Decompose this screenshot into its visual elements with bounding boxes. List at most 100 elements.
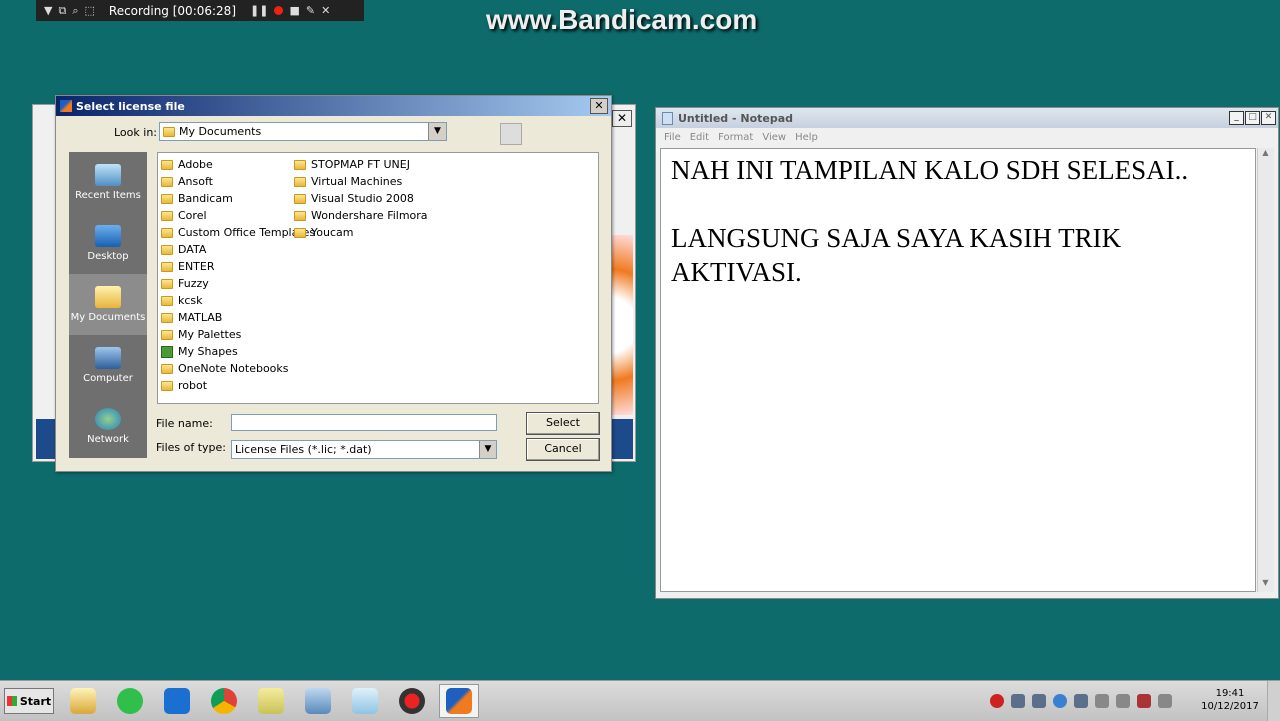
window-mode-icon[interactable]: ⧉: [58, 4, 66, 18]
folder-icon: [161, 295, 173, 306]
pause-icon[interactable]: ❚❚: [250, 4, 268, 17]
folder-icon: [161, 159, 173, 170]
file-name: Adobe: [178, 158, 213, 171]
close-button[interactable]: ✕: [612, 110, 632, 127]
region-icon[interactable]: ⬚: [85, 4, 95, 17]
list-item[interactable]: Visual Studio 2008: [294, 190, 428, 207]
list-item[interactable]: Ansoft: [161, 173, 315, 190]
matlab-icon[interactable]: [439, 684, 479, 718]
dialog-title: Select license file: [76, 99, 185, 113]
record-icon[interactable]: [274, 6, 284, 15]
list-item[interactable]: Custom Office Templates: [161, 224, 315, 241]
close-button[interactable]: ✕: [590, 98, 608, 114]
list-item[interactable]: kcsk: [161, 292, 315, 309]
file-name-label: File name:: [156, 417, 213, 430]
look-in-select[interactable]: My Documents ▼: [159, 122, 447, 141]
file-name: DATA: [178, 243, 207, 256]
menu-file[interactable]: File: [664, 132, 681, 143]
watermark: www.Bandicam.com: [486, 4, 758, 35]
monitor-icon[interactable]: [1074, 694, 1088, 708]
power-icon[interactable]: [1053, 694, 1067, 708]
dropdown-icon[interactable]: ▼: [44, 4, 52, 17]
whatsapp-icon[interactable]: [110, 684, 150, 718]
list-item[interactable]: Wondershare Filmora: [294, 207, 428, 224]
pen-icon[interactable]: ✎: [306, 4, 315, 17]
places-bar: Recent Items Desktop My Documents Comput…: [69, 152, 147, 458]
file-name: My Palettes: [178, 328, 242, 341]
file-column: Adobe Ansoft Bandicam Corel Custom Offic…: [161, 156, 315, 394]
list-item[interactable]: My Shapes: [161, 343, 315, 360]
list-item[interactable]: Virtual Machines: [294, 173, 428, 190]
folder-icon: [163, 126, 175, 137]
record-icon[interactable]: [990, 694, 1004, 708]
chevron-down-icon[interactable]: ▼: [428, 123, 446, 140]
file-name: kcsk: [178, 294, 203, 307]
window-title: Untitled - Notepad: [678, 111, 794, 125]
file-name: Ansoft: [178, 175, 213, 188]
network-icon: [95, 408, 121, 430]
place-desktop[interactable]: Desktop: [69, 213, 147, 274]
file-name: robot: [178, 379, 208, 392]
usb-icon[interactable]: [1116, 694, 1130, 708]
list-item[interactable]: robot: [161, 377, 315, 394]
folder-icon: [294, 176, 306, 187]
chrome-icon[interactable]: [204, 684, 244, 718]
cancel-button[interactable]: Cancel: [526, 438, 600, 461]
notepad-icon[interactable]: [345, 684, 385, 718]
list-item[interactable]: My Palettes: [161, 326, 315, 343]
scroll-up-icon[interactable]: ▲: [1258, 148, 1273, 162]
volume-icon[interactable]: [1158, 694, 1172, 708]
list-item[interactable]: OneNote Notebooks: [161, 360, 315, 377]
minimize-button[interactable]: _: [1229, 111, 1244, 125]
list-item[interactable]: Fuzzy: [161, 275, 315, 292]
list-item[interactable]: Adobe: [161, 156, 315, 173]
zoom-icon[interactable]: ⌕: [72, 4, 78, 18]
close-icon[interactable]: ✕: [321, 4, 330, 17]
look-in-label: Look in:: [114, 126, 157, 139]
network-icon[interactable]: [1011, 694, 1025, 708]
network-disconnected-icon[interactable]: [1137, 694, 1151, 708]
clock[interactable]: 19:41 10/12/2017: [1198, 687, 1262, 713]
notepad-window: Untitled - Notepad _ □ ✕ File Edit Forma…: [655, 107, 1279, 599]
folder-icon: [161, 244, 173, 255]
folder-icon[interactable]: [251, 684, 291, 718]
bandicam-icon[interactable]: [392, 684, 432, 718]
flag-icon[interactable]: [1095, 694, 1109, 708]
list-item[interactable]: Bandicam: [161, 190, 315, 207]
list-item[interactable]: ENTER: [161, 258, 315, 275]
maximize-button[interactable]: □: [1245, 111, 1260, 125]
list-item[interactable]: Youcam: [294, 224, 428, 241]
chevron-down-icon[interactable]: ▼: [479, 441, 496, 458]
vertical-scrollbar[interactable]: ▲ ▼: [1257, 148, 1274, 592]
list-item[interactable]: DATA: [161, 241, 315, 258]
place-recent-items[interactable]: Recent Items: [69, 152, 147, 213]
show-desktop-button[interactable]: [1267, 681, 1280, 721]
folder-icon: [161, 210, 173, 221]
maxthon-icon[interactable]: [157, 684, 197, 718]
place-network[interactable]: Network: [69, 396, 147, 457]
list-item[interactable]: Corel: [161, 207, 315, 224]
menu-format[interactable]: Format: [718, 132, 753, 143]
camera-icon[interactable]: ■: [289, 4, 299, 17]
folder-icon: [161, 261, 173, 272]
menu-view[interactable]: View: [762, 132, 786, 143]
file-name-input[interactable]: [231, 414, 497, 431]
list-item[interactable]: MATLAB: [161, 309, 315, 326]
control-panel-icon[interactable]: [298, 684, 338, 718]
upload-icon[interactable]: [1032, 694, 1046, 708]
scroll-down-icon[interactable]: ▼: [1258, 578, 1273, 592]
menu-edit[interactable]: Edit: [690, 132, 709, 143]
menu-help[interactable]: Help: [795, 132, 818, 143]
explorer-icon[interactable]: [63, 684, 103, 718]
recording-toolbar: ▼ ⧉ ⌕ ⬚ Recording [00:06:28] ❚❚ ■ ✎ ✕: [36, 0, 364, 21]
text-editor[interactable]: NAH INI TAMPILAN KALO SDH SELESAI.. LANG…: [660, 148, 1256, 592]
start-button[interactable]: Start: [4, 688, 54, 714]
files-of-type-select[interactable]: License Files (*.lic; *.dat) ▼: [231, 440, 497, 459]
list-item[interactable]: STOPMAP FT UNEJ: [294, 156, 428, 173]
up-folder-button[interactable]: [500, 123, 522, 145]
place-computer[interactable]: Computer: [69, 335, 147, 396]
close-button[interactable]: ✕: [1261, 111, 1276, 125]
file-name: ENTER: [178, 260, 215, 273]
select-button[interactable]: Select: [526, 412, 600, 435]
place-my-documents[interactable]: My Documents: [69, 274, 147, 335]
